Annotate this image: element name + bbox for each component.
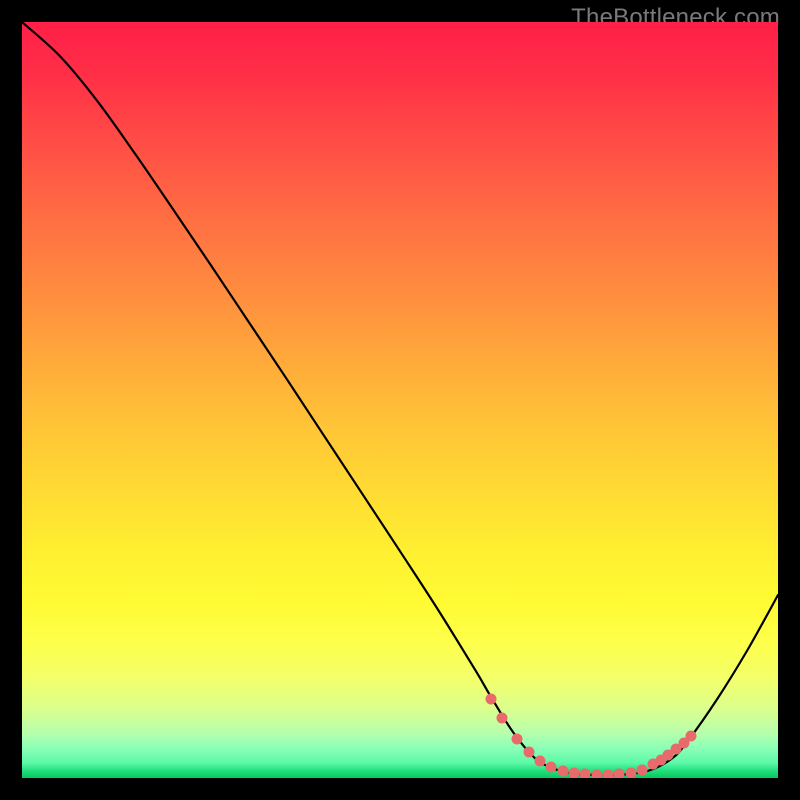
optimal-dot — [614, 769, 625, 778]
optimal-dot — [485, 693, 496, 704]
plot-area — [22, 22, 778, 778]
optimal-dot — [686, 730, 697, 741]
optimal-dot — [636, 764, 647, 775]
optimal-dot — [591, 769, 602, 778]
optimal-dot — [497, 712, 508, 723]
optimal-dot — [625, 767, 636, 778]
optimal-dot — [557, 766, 568, 777]
optimal-dot — [602, 769, 613, 778]
optimal-dot — [546, 762, 557, 773]
optimal-dot — [523, 746, 534, 757]
optimal-dot — [512, 733, 523, 744]
optimal-dot — [534, 756, 545, 767]
chart-frame: TheBottleneck.com — [0, 0, 800, 800]
optimal-zone-dots — [22, 22, 778, 778]
optimal-dot — [568, 768, 579, 778]
optimal-dot — [580, 769, 591, 778]
